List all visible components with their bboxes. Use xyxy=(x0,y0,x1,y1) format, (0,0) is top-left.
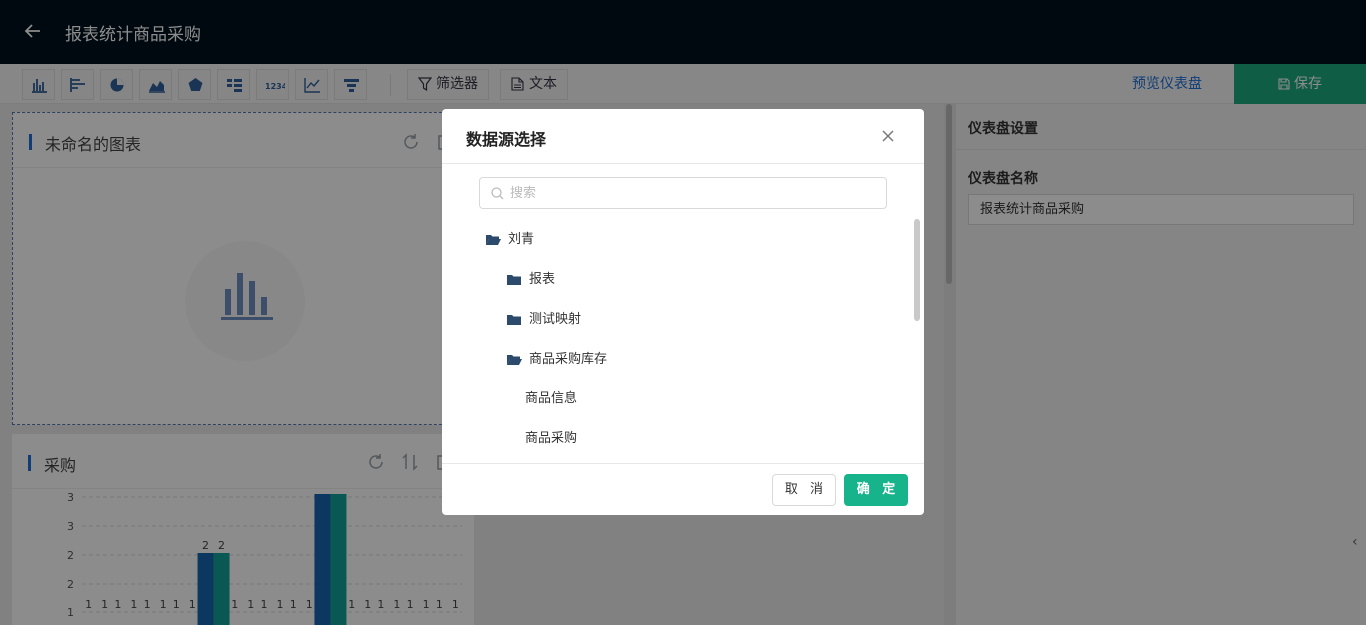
dialog-scrollbar-thumb[interactable] xyxy=(914,219,920,321)
close-icon[interactable] xyxy=(880,128,896,144)
tree-label: 商品采购库存 xyxy=(529,352,608,367)
dialog-footer: 取 消 确 定 xyxy=(442,463,924,515)
tree-label: 报表 xyxy=(529,272,556,287)
tree-leaf-product-purchase[interactable]: 商品采购 xyxy=(525,427,577,451)
tree-leaf-product-info[interactable]: 商品信息 xyxy=(525,387,577,411)
folder-open-icon xyxy=(486,235,501,245)
search-input[interactable] xyxy=(510,178,880,208)
datasource-search[interactable] xyxy=(479,177,887,209)
tree-folder-reports[interactable]: 报表 xyxy=(507,268,707,292)
search-icon xyxy=(491,187,504,200)
cancel-button[interactable]: 取 消 xyxy=(772,474,836,506)
dialog-title: 数据源选择 xyxy=(466,130,547,149)
tree-folder-inventory[interactable]: 商品采购库存 xyxy=(507,348,707,372)
folder-open-icon xyxy=(507,355,522,365)
tree-folder-test-mapping[interactable]: 测试映射 xyxy=(507,308,707,332)
folder-icon xyxy=(507,275,521,285)
folder-icon xyxy=(507,315,521,325)
dialog-header: 数据源选择 xyxy=(442,109,924,164)
tree-label: 刘青 xyxy=(508,232,535,247)
tree-label: 测试映射 xyxy=(529,312,582,327)
confirm-button[interactable]: 确 定 xyxy=(844,474,908,506)
tree-folder-root[interactable]: 刘青 xyxy=(486,228,686,252)
datasource-dialog: 数据源选择 刘青 报表 测试映射 商品采购库存 商品信息 商品采购 取 消 确 … xyxy=(442,109,924,515)
